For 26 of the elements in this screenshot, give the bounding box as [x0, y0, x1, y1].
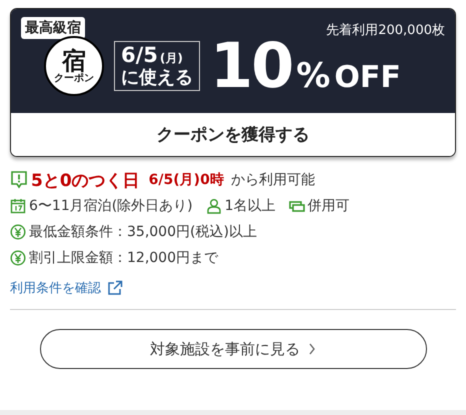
condition-text: 併用可: [308, 197, 350, 215]
external-link-icon: [107, 280, 123, 296]
percent-sign: %: [296, 56, 330, 96]
discount-value: 10: [210, 35, 292, 97]
terms-link[interactable]: 利用条件を確認: [10, 279, 123, 297]
notice-icon: [10, 170, 28, 190]
chevron-right-icon: [308, 343, 316, 355]
amount-condition: 最低金額条件：35,000円(税込)以上: [29, 223, 257, 241]
coupon-badge: 最高級宿: [21, 17, 85, 39]
yen-icon: [10, 224, 26, 240]
calendar-icon: [10, 198, 26, 214]
yen-icon: [10, 250, 26, 266]
coupon-logo: 宿 クーポン: [44, 36, 104, 96]
campaign-title: 5と0のつく日: [31, 170, 140, 192]
quantity-text: 先着利用200,000枚: [326, 22, 445, 39]
condition-text: 1名以上: [224, 197, 276, 215]
date-box: 6/5(月) に使える: [114, 40, 200, 92]
condition-text: 6〜11月宿泊(除外日あり): [29, 197, 193, 215]
start-time: 6/5(月)0時: [148, 171, 224, 189]
off-text: OFF: [334, 60, 401, 95]
ticket-icon: [288, 198, 305, 214]
get-coupon-button[interactable]: クーポンを獲得する: [11, 113, 455, 156]
view-facilities-button[interactable]: 対象施設を事前に見る: [40, 329, 426, 369]
person-icon: [206, 198, 222, 214]
availability-text: から利用可能: [230, 171, 315, 189]
amount-condition: 割引上限金額：12,000円まで: [29, 249, 218, 267]
